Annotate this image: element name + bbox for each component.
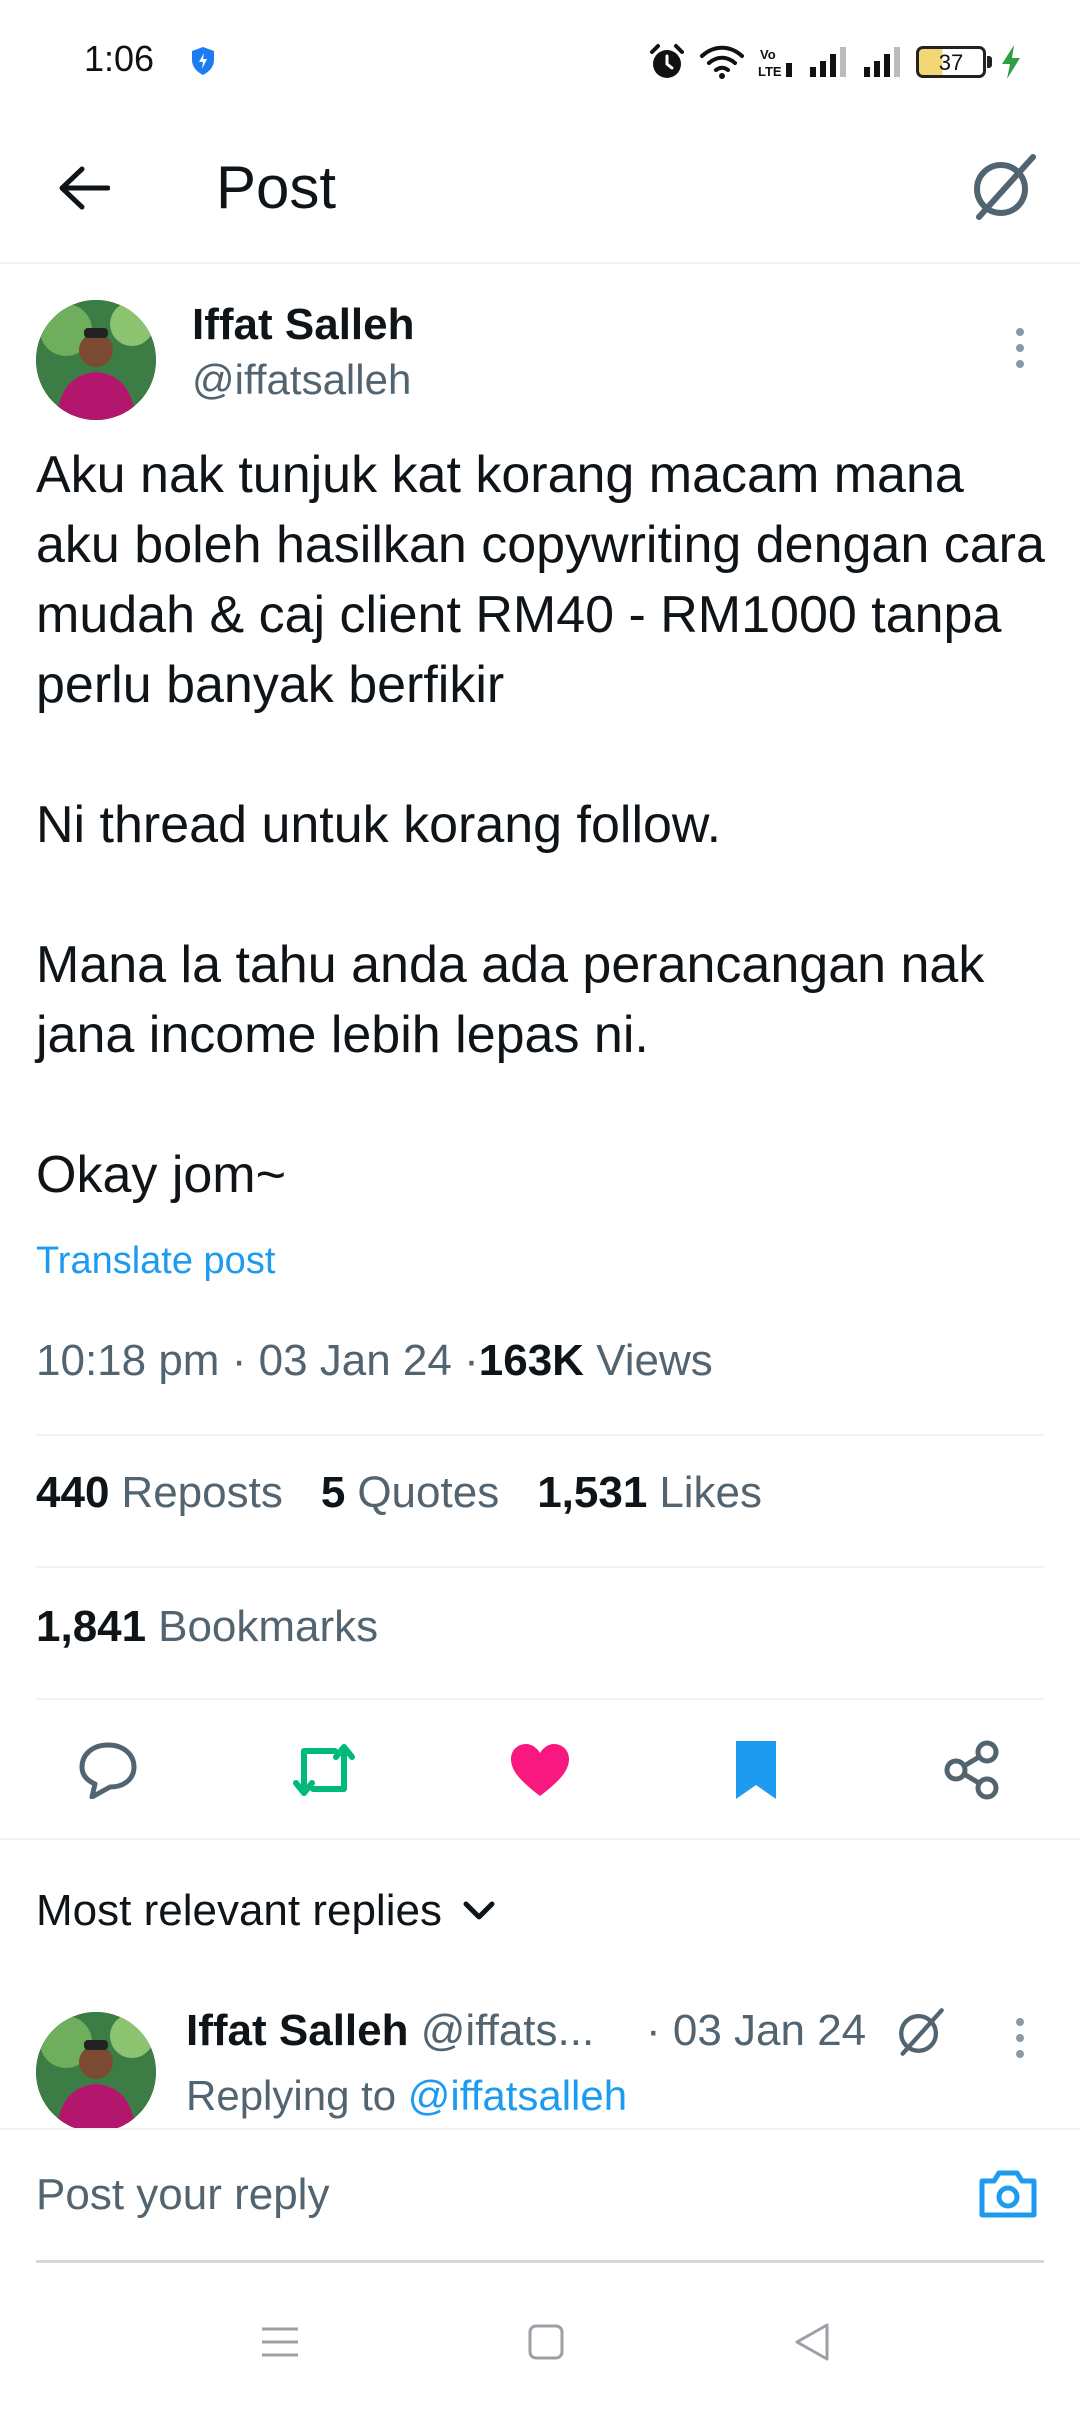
views-count: 163K: [478, 1336, 584, 1385]
camera-icon: [979, 2170, 1037, 2218]
post-meta: 10:18 pm · 03 Jan 24 ·163K Views: [36, 1336, 713, 1386]
bookmarks-label: Bookmarks: [158, 1602, 379, 1651]
repost-icon: [293, 1744, 355, 1796]
reply-date: · 03 Jan 24: [646, 2006, 867, 2055]
volte-icon: Vo LTE: [758, 47, 792, 79]
svg-text:Vo: Vo: [760, 47, 776, 62]
replying-to-prefix: Replying to: [186, 2072, 397, 2119]
views-label: Views: [596, 1336, 713, 1385]
svg-text:LTE: LTE: [758, 64, 782, 79]
status-icons: Vo LTE 37: [648, 40, 1022, 84]
replies-sort-dropdown[interactable]: Most relevant replies: [36, 1886, 496, 1936]
post-paragraph: Mana la tahu anda ada perancangan nak ja…: [36, 936, 985, 1064]
grok-icon: [899, 2008, 944, 2056]
grok-icon: [974, 154, 1036, 220]
reply-author[interactable]: Iffat Salleh @iffats...: [186, 2006, 594, 2056]
triangle-back-icon: [795, 2323, 829, 2361]
share-icon: [944, 1740, 999, 1800]
arrow-left-icon: [59, 166, 110, 210]
status-time: 1:06: [84, 38, 155, 79]
battery-level: 37: [938, 50, 964, 75]
post-paragraph: Ni thread untuk korang follow.: [36, 796, 722, 854]
quotes-stat[interactable]: 5 Quotes: [321, 1468, 499, 1518]
square-icon: [528, 2324, 564, 2360]
menu-icon: [262, 2327, 298, 2357]
grok-button[interactable]: [960, 144, 1046, 230]
divider: [0, 1838, 1080, 1840]
reply-composer: [0, 2128, 1080, 2266]
divider: [36, 1434, 1044, 1436]
post-text: Aku nak tunjuk kat korang macam mana aku…: [36, 440, 1046, 1210]
replying-to: Replying to @iffatsalleh: [186, 2072, 627, 2120]
top-app-bar: Post: [0, 122, 1080, 264]
avatar[interactable]: [36, 2012, 156, 2132]
status-bar: 1:06 Vo LTE 37: [0, 0, 1080, 122]
reposts-label: Reposts: [121, 1468, 283, 1517]
more-dot: [1016, 360, 1024, 368]
reply-author-handle: @iffats...: [420, 2006, 595, 2055]
system-nav-bar: [0, 2268, 1080, 2412]
home-button[interactable]: [516, 2312, 576, 2372]
alarm-icon: [650, 44, 684, 78]
charging-icon: [1002, 45, 1020, 79]
recents-button[interactable]: [250, 2312, 310, 2372]
likes-stat[interactable]: 1,531 Likes: [537, 1468, 762, 1518]
repost-button[interactable]: [288, 1734, 360, 1806]
author-handle[interactable]: @iffatsalleh: [192, 356, 411, 404]
likes-count: 1,531: [537, 1468, 648, 1517]
reposts-stat[interactable]: 440 Reposts: [36, 1468, 283, 1518]
reply-icon: [79, 1742, 137, 1799]
meta-separator: ·: [464, 1336, 479, 1385]
camera-button[interactable]: [970, 2156, 1046, 2232]
chevron-down-icon: [463, 1901, 495, 1920]
more-dot: [1016, 2018, 1024, 2026]
composer-underline: [36, 2260, 1044, 2263]
reply-grok-button[interactable]: [890, 2002, 950, 2062]
translate-post-link[interactable]: Translate post: [36, 1240, 275, 1283]
signal-icon: [810, 47, 846, 77]
replies-sort-label: Most relevant replies: [36, 1886, 442, 1935]
wifi-icon: [700, 45, 744, 79]
heart-icon: [511, 1744, 569, 1796]
reply-input[interactable]: [36, 2160, 936, 2230]
divider: [36, 1566, 1044, 1568]
quotes-label: Quotes: [357, 1468, 500, 1517]
like-button[interactable]: [504, 1734, 576, 1806]
post-date: 03 Jan 24: [258, 1336, 452, 1385]
more-dot: [1016, 2034, 1024, 2042]
battery-icon: 37: [916, 46, 992, 78]
page-title: Post: [216, 154, 337, 221]
reposts-count: 440: [36, 1468, 110, 1517]
bookmark-icon: [736, 1741, 776, 1799]
more-dot: [1016, 2050, 1024, 2058]
bookmark-button[interactable]: [720, 1734, 792, 1806]
post-time: 10:18 pm: [36, 1336, 220, 1385]
meta-separator: ·: [231, 1336, 247, 1385]
likes-label: Likes: [659, 1468, 763, 1517]
author-name[interactable]: Iffat Salleh: [192, 300, 415, 350]
back-button[interactable]: [48, 152, 120, 224]
bookmarks-stat[interactable]: 1,841 Bookmarks: [36, 1602, 378, 1652]
more-options-button[interactable]: [1000, 318, 1040, 378]
replying-to-handle[interactable]: @iffatsalleh: [408, 2072, 627, 2119]
more-dot: [1016, 344, 1024, 352]
avatar[interactable]: [36, 300, 156, 420]
shield-icon: [190, 46, 216, 76]
nav-back-button[interactable]: [782, 2312, 842, 2372]
reply-button[interactable]: [72, 1734, 144, 1806]
bookmarks-count: 1,841: [36, 1602, 147, 1651]
reply-more-options-button[interactable]: [1000, 2008, 1040, 2068]
signal-icon: [864, 47, 900, 77]
reply-author-name: Iffat Salleh: [186, 2006, 409, 2055]
engagement-stats: 440 Reposts 5 Quotes 1,531 Likes: [36, 1468, 762, 1518]
quotes-count: 5: [320, 1468, 346, 1517]
post-paragraph: Aku nak tunjuk kat korang macam mana aku…: [36, 446, 1045, 714]
post-action-bar: [0, 1700, 1080, 1838]
share-button[interactable]: [936, 1734, 1008, 1806]
post-paragraph: Okay jom~: [36, 1146, 286, 1204]
more-dot: [1016, 328, 1024, 336]
